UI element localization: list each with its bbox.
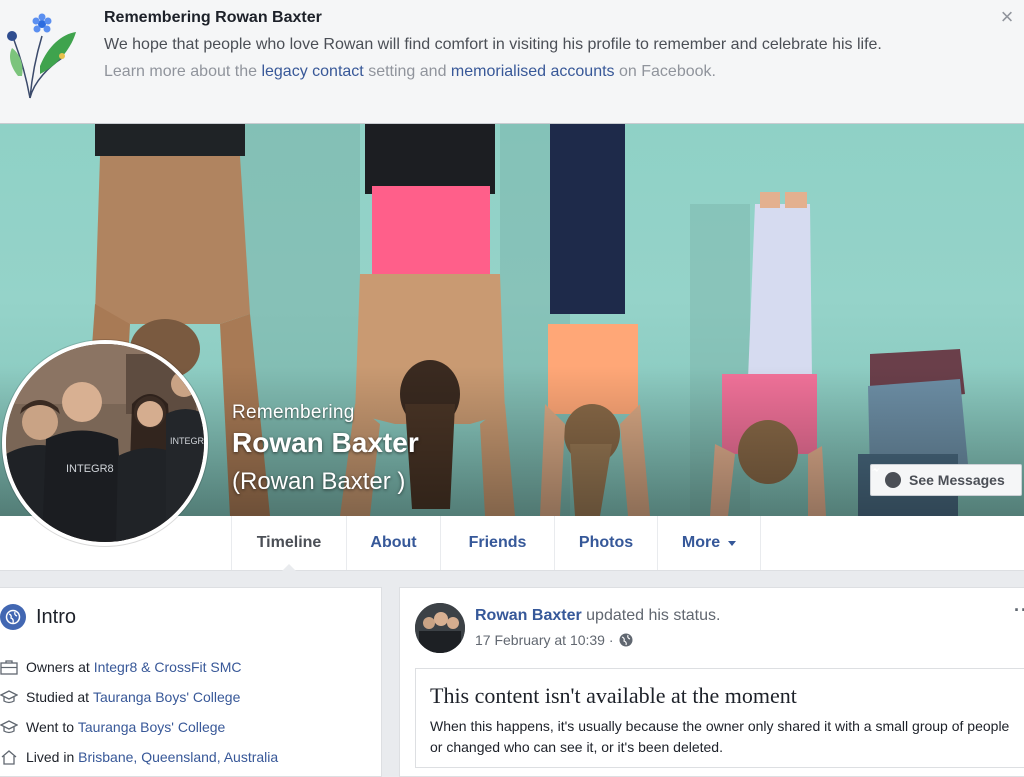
intro-item-prefix: Lived in (26, 749, 75, 765)
profile-photo: INTEGR8 INTEGR8 (6, 344, 204, 542)
see-messages-button[interactable]: See Messages (870, 464, 1022, 496)
tab-photos-label: Photos (578, 534, 634, 551)
chevron-down-icon (728, 540, 737, 546)
learn-prefix: Learn more about the (104, 63, 257, 80)
intro-item-prefix: Owners at (26, 659, 90, 675)
tab-more[interactable]: More (657, 516, 761, 570)
alternate-name: (Rowan Baxter ) (232, 468, 406, 495)
intro-item-work: Owners at Integr8 & CrossFit SMC (0, 659, 242, 675)
tab-timeline-label: Timeline (256, 534, 322, 551)
intro-item-prefix: Went to (26, 719, 74, 735)
graduation-cap-icon (0, 689, 18, 705)
intro-item-studied: Studied at Tauranga Boys' College (0, 689, 240, 705)
learn-suffix: on Facebook. (619, 63, 716, 80)
banner-message: We hope that people who love Rowan will … (104, 36, 882, 53)
status-post: Rowan Baxter updated his status. 17 Febr… (399, 587, 1024, 777)
intro-item-link[interactable]: Integr8 & CrossFit SMC (94, 659, 242, 675)
globe-icon (619, 633, 633, 647)
post-avatar-photo (415, 603, 465, 653)
close-icon[interactable]: × (996, 6, 1018, 28)
post-options-icon[interactable]: ·· (1014, 600, 1024, 621)
banner-title: Remembering Rowan Baxter (104, 9, 322, 26)
svg-text:INTEGR8: INTEGR8 (66, 463, 114, 475)
post-author-avatar[interactable] (415, 603, 465, 653)
briefcase-icon (0, 659, 18, 675)
post-header: Rowan Baxter updated his status. (475, 607, 720, 625)
content-unavailable-box: This content isn't available at the mome… (415, 668, 1024, 768)
intro-card: Intro Owners at Integr8 & CrossFit SMC S… (0, 587, 382, 777)
see-messages-label: See Messages (909, 472, 1005, 488)
post-action: updated his status. (586, 607, 721, 624)
tab-timeline[interactable]: Timeline (231, 516, 346, 571)
post-timestamp[interactable]: 17 February at 10:39 · (475, 632, 614, 648)
intro-item-lived: Lived in Brisbane, Queensland, Australia (0, 749, 278, 765)
tab-about[interactable]: About (346, 516, 440, 570)
intro-item-link[interactable]: Tauranga Boys' College (93, 689, 240, 705)
post-author-link[interactable]: Rowan Baxter (475, 607, 582, 624)
intro-item-link[interactable]: Brisbane, Queensland, Australia (78, 749, 278, 765)
intro-item-link[interactable]: Tauranga Boys' College (78, 719, 225, 735)
intro-item-went-to: Went to Tauranga Boys' College (0, 719, 225, 735)
tab-photos[interactable]: Photos (554, 516, 657, 570)
learn-middle: setting and (368, 63, 447, 80)
graduation-cap-icon (0, 719, 18, 735)
content-unavailable-body: When this happens, it's usually because … (430, 718, 1010, 755)
tab-friends-label: Friends (468, 534, 527, 551)
intro-title: Intro (36, 605, 77, 628)
profile-picture[interactable]: INTEGR8 INTEGR8 (2, 340, 208, 546)
tab-more-label: More (681, 534, 721, 551)
content-unavailable-title: This content isn't available at the mome… (430, 683, 797, 708)
tab-friends[interactable]: Friends (440, 516, 554, 570)
post-meta: 17 February at 10:39 · (475, 632, 633, 648)
svg-text:INTEGR8: INTEGR8 (170, 436, 204, 446)
memorialised-accounts-link[interactable]: memorialised accounts (451, 63, 615, 80)
intro-item-prefix: Studied at (26, 689, 90, 705)
profile-name[interactable]: Rowan Baxter (232, 427, 419, 459)
home-icon (0, 749, 18, 765)
remembering-label: Remembering (232, 402, 355, 423)
intro-header: Intro (0, 604, 76, 630)
globe-icon (0, 604, 26, 630)
legacy-contact-link[interactable]: legacy contact (261, 63, 363, 80)
messenger-icon (872, 467, 901, 488)
tab-about-label: About (370, 534, 417, 551)
memorial-flower-icon (7, 13, 76, 99)
memorial-banner: Remembering Rowan Baxter We hope that pe… (0, 0, 1024, 124)
profile-tabs: Timeline About Friends Photos More (231, 516, 761, 571)
banner-learn-more: Learn more about the legacy contact sett… (104, 63, 716, 81)
